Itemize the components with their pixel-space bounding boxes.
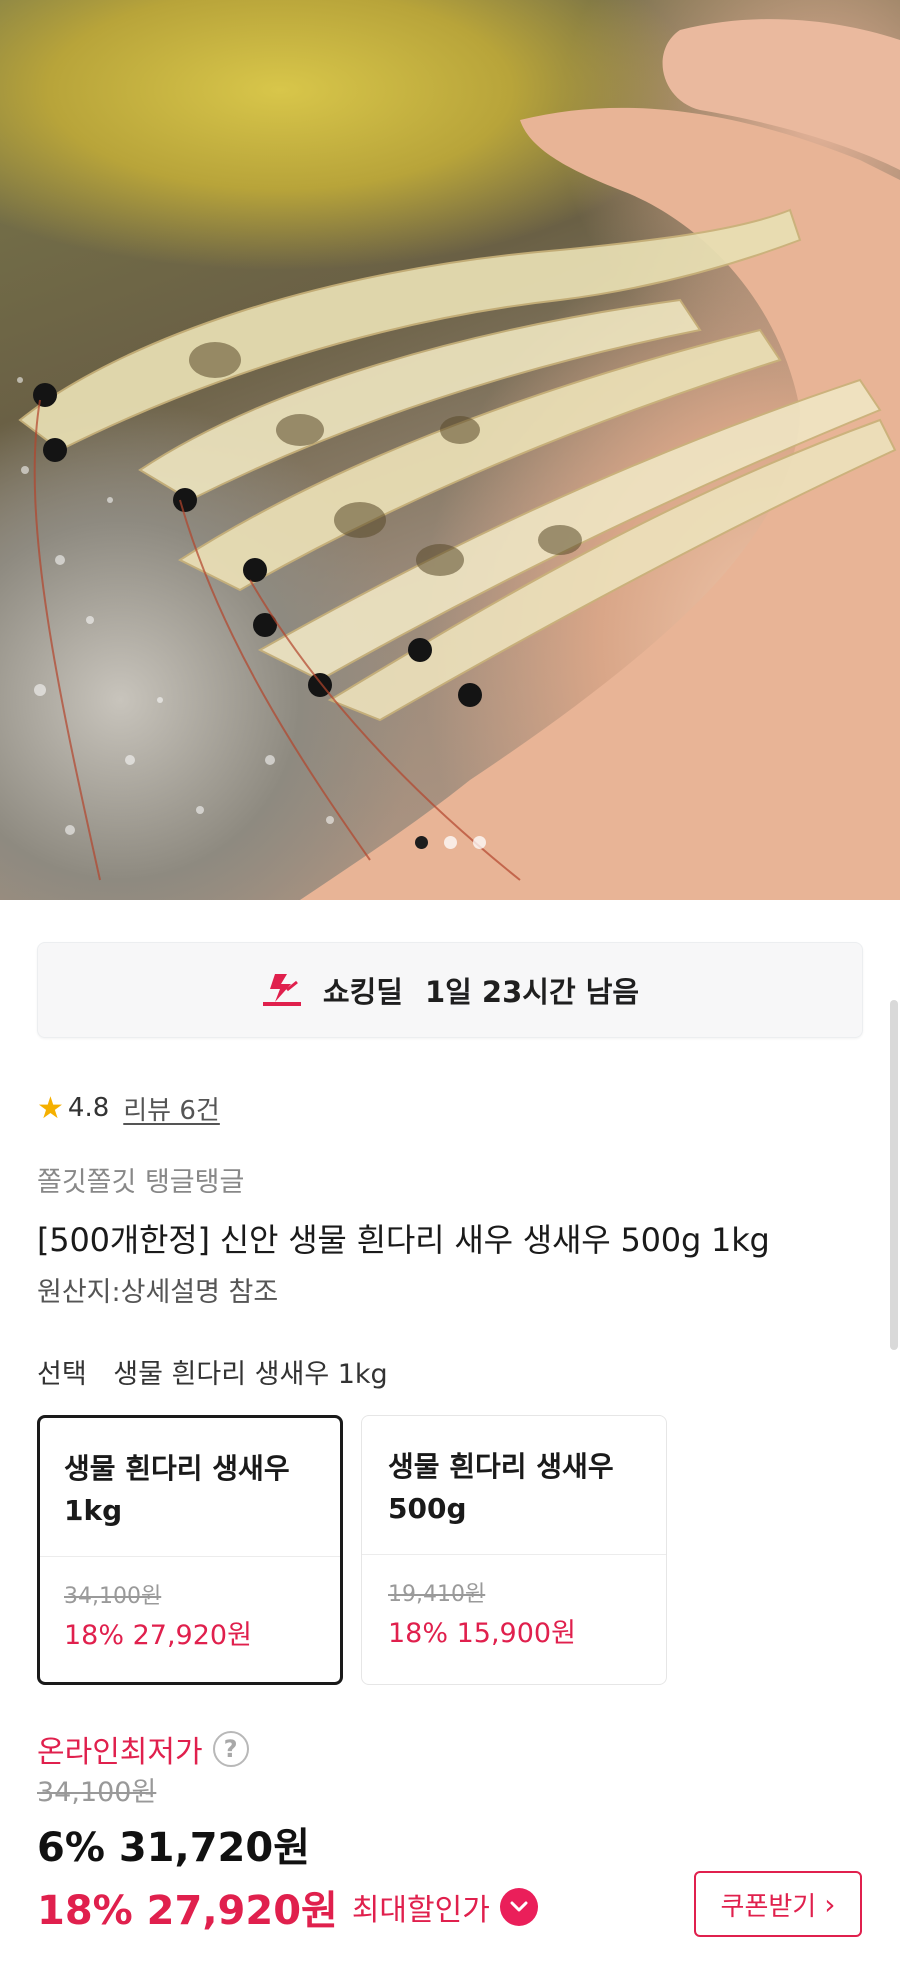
shocking-deal-banner[interactable]: 쇼킹딜 1일 23시간 남음 (37, 942, 863, 1038)
select-label: 선택 (37, 1359, 87, 1390)
max-discount-price: 18% 27,920원 (37, 1888, 338, 1934)
selected-option-value: 생물 흰다리 생새우 1kg (113, 1359, 388, 1390)
option-divider (362, 1554, 666, 1555)
carousel-dot-2[interactable] (443, 836, 457, 849)
chevron-right-icon: › (824, 1887, 836, 1921)
option-original-price: 34,100원 (64, 1584, 162, 1609)
option-original-price: 19,410원 (388, 1582, 486, 1607)
lowest-price-label-row: 온라인최저가 ? (37, 1727, 249, 1771)
option-sale-price: 18% 15,900원 (388, 1618, 576, 1649)
rating-score: 4.8 (67, 1093, 110, 1123)
coupon-button-label: 쿠폰받기 (720, 1891, 817, 1922)
product-subtitle: 쫄깃쫄깃 탱글탱글 (37, 1167, 245, 1198)
chevron-down-icon[interactable] (499, 1888, 538, 1926)
option-name: 생물 흰다리 생새우 500g (388, 1450, 614, 1525)
original-price: 34,100원 (37, 1777, 157, 1808)
selected-option-row: 선택 생물 흰다리 생새우 1kg (37, 1352, 388, 1391)
option-sale-price: 18% 27,920원 (64, 1620, 252, 1651)
help-icon[interactable]: ? (212, 1731, 249, 1767)
rating-row: ★ 4.8 리뷰 6건 (37, 1088, 220, 1128)
deal-label: 쇼킹딜 (322, 975, 403, 1009)
max-discount-label: 최대할인가 (351, 1893, 490, 1928)
max-discount-row: 18% 27,920원 최대할인가 (37, 1878, 538, 1936)
option-divider (40, 1556, 340, 1557)
discount-price: 6% 31,720원 (37, 1825, 310, 1871)
star-icon: ★ (37, 1090, 64, 1126)
product-image-carousel[interactable] (0, 0, 900, 900)
carousel-dot-1[interactable] (414, 836, 428, 849)
scrollbar[interactable] (890, 1000, 898, 1350)
carousel-dot-3[interactable] (472, 836, 486, 849)
shocking-deal-logo-icon (262, 974, 301, 1006)
carousel-indicator (0, 836, 900, 849)
product-origin: 원산지:상세설명 참조 (37, 1277, 279, 1308)
reviews-link[interactable]: 리뷰 6건 (123, 1090, 220, 1127)
deal-time-left: 1일 23시간 남음 (424, 975, 640, 1009)
product-title: [500개한정] 신안 생물 흰다리 새우 생새우 500g 1kg (37, 1221, 770, 1259)
coupon-button[interactable]: 쿠폰받기 › (694, 1871, 862, 1937)
shrimp-photo (17, 19, 900, 900)
option-card-1kg[interactable]: 생물 흰다리 생새우 1kg 34,100원 18% 27,920원 (37, 1415, 343, 1685)
lowest-price-label: 온라인최저가 (37, 1735, 203, 1770)
option-name: 생물 흰다리 생새우 1kg (64, 1452, 290, 1527)
option-card-500g[interactable]: 생물 흰다리 생새우 500g 19,410원 18% 15,900원 (361, 1415, 667, 1685)
